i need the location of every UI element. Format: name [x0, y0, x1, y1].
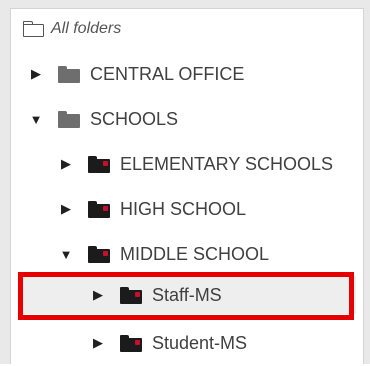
- tree-item-central-office[interactable]: ▶ CENTRAL OFFICE: [30, 51, 244, 97]
- folder-outline-icon: [23, 20, 45, 38]
- expand-caret-icon[interactable]: ▶: [30, 51, 42, 97]
- folder-shared-icon: [88, 155, 110, 173]
- tree-item-label: CENTRAL OFFICE: [90, 63, 245, 84]
- tree-item-label: SCHOOLS: [90, 108, 179, 129]
- folder-shared-icon: [120, 334, 142, 352]
- expand-caret-icon[interactable]: ▶: [92, 320, 104, 366]
- tree-item-label: ELEMENTARY SCHOOLS: [120, 153, 334, 174]
- folder-tree-screenshot: All folders ▶ CENTRAL OFFICE ▼ SCHOOLS ▶…: [0, 0, 370, 364]
- tree-item-label: MIDDLE SCHOOL: [120, 243, 270, 264]
- tree-item-student-ms[interactable]: ▶ Student-MS: [92, 320, 247, 366]
- tree-root-label: All folders: [51, 20, 122, 37]
- expand-caret-icon[interactable]: ▶: [60, 186, 72, 232]
- collapse-caret-icon[interactable]: ▼: [30, 96, 43, 142]
- tree-item-label: HIGH SCHOOL: [120, 198, 247, 219]
- tree-root-all-folders[interactable]: All folders: [23, 6, 121, 52]
- expand-caret-icon[interactable]: ▶: [60, 141, 72, 187]
- tree-item-schools[interactable]: ▼ SCHOOLS: [30, 96, 178, 142]
- tree-item-middle-school[interactable]: ▼ MIDDLE SCHOOL: [60, 231, 269, 277]
- tree-item-high-school[interactable]: ▶ HIGH SCHOOL: [60, 186, 246, 232]
- folder-icon: [58, 110, 80, 128]
- selection-highlight-frame: [18, 272, 354, 320]
- folder-shared-icon: [88, 200, 110, 218]
- tree-item-elementary-schools[interactable]: ▶ ELEMENTARY SCHOOLS: [60, 141, 333, 187]
- collapse-caret-icon[interactable]: ▼: [60, 231, 73, 277]
- folder-shared-icon: [88, 245, 110, 263]
- folder-icon: [58, 65, 80, 83]
- tree-item-label: Student-MS: [152, 332, 248, 353]
